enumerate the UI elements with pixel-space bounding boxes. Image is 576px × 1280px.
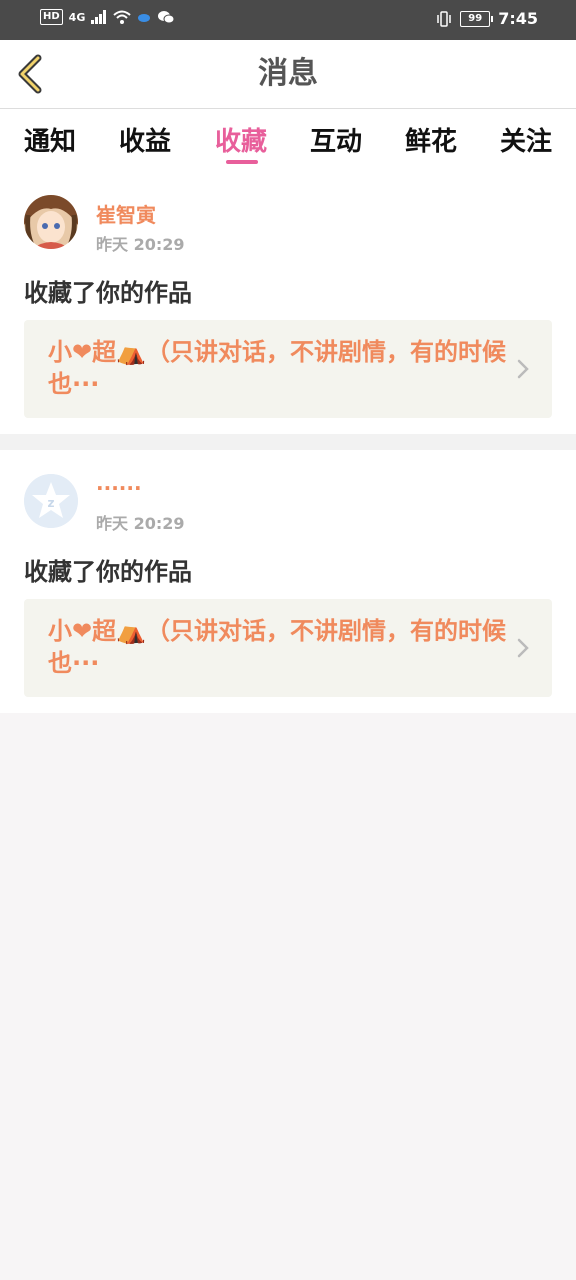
tab-notifications[interactable]: 通知 <box>10 121 90 158</box>
chevron-right-icon <box>517 638 529 658</box>
hd-badge: HD <box>40 9 63 25</box>
status-bar: HD 4G 99 7:45 <box>0 0 576 40</box>
work-link[interactable]: 小❤超⛺（只讲对话，不讲剧情，有的时候也··· <box>24 599 552 697</box>
back-button[interactable] <box>12 52 52 96</box>
cloud-icon <box>138 14 151 22</box>
vibrate-icon <box>437 10 451 27</box>
svg-text:z: z <box>48 496 55 510</box>
nav-bar: 消息 <box>0 40 576 109</box>
timestamp: 昨天 20:29 <box>96 235 185 254</box>
work-link[interactable]: 小❤超⛺（只讲对话，不讲剧情，有的时候也··· <box>24 320 552 418</box>
action-text: 收藏了你的作品 <box>24 279 192 307</box>
status-left: HD 4G <box>40 9 175 25</box>
signal-icon <box>91 10 107 24</box>
list-item: 崔智寅 昨天 20:29 收藏了你的作品 小❤超⛺（只讲对话，不讲剧情，有的时候… <box>0 171 576 434</box>
tab-follows[interactable]: 关注 <box>486 121 566 158</box>
username[interactable]: 崔智寅 <box>96 199 156 228</box>
page-title: 消息 <box>258 56 318 91</box>
work-title: 小❤超⛺（只讲对话，不讲剧情，有的时候也··· <box>48 617 506 677</box>
status-right: 99 7:45 <box>436 9 538 28</box>
wifi-icon <box>113 10 132 24</box>
default-star-avatar-icon: z <box>24 474 78 528</box>
tab-earnings[interactable]: 收益 <box>105 121 185 158</box>
network-type: 4G <box>68 10 86 24</box>
anime-avatar-icon <box>24 195 78 249</box>
avatar[interactable]: z <box>24 474 78 528</box>
tab-flowers[interactable]: 鲜花 <box>391 121 471 158</box>
tab-bar: 通知 收益 收藏 互动 鲜花 关注 <box>0 109 576 171</box>
wechat-icon <box>158 11 175 24</box>
timestamp: 昨天 20:29 <box>96 514 185 533</box>
section-divider <box>0 434 576 450</box>
active-tab-indicator <box>226 160 258 164</box>
status-time: 7:45 <box>498 9 538 28</box>
chevron-right-icon <box>517 359 529 379</box>
work-title: 小❤超⛺（只讲对话，不讲剧情，有的时候也··· <box>48 338 506 398</box>
tab-favorites[interactable]: 收藏 <box>201 121 281 158</box>
battery-icon: 99 <box>460 10 494 27</box>
chevron-left-icon <box>18 54 42 94</box>
avatar[interactable] <box>24 195 78 249</box>
tab-interactions[interactable]: 互动 <box>296 121 376 158</box>
list-item: z ······ 昨天 20:29 收藏了你的作品 小❤超⛺（只讲对话，不讲剧情… <box>0 450 576 713</box>
username[interactable]: ······ <box>96 476 142 500</box>
action-text: 收藏了你的作品 <box>24 558 192 586</box>
